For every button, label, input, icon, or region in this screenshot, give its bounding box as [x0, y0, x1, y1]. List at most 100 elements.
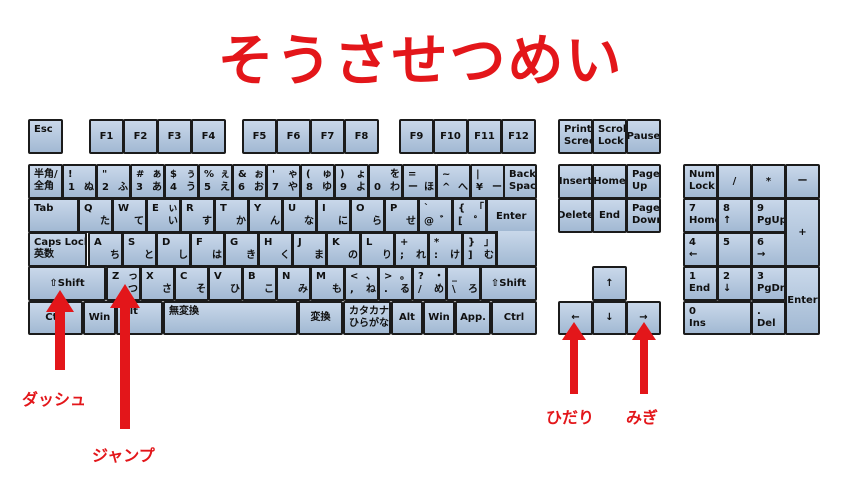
- key-ralt[interactable]: Alt: [391, 301, 423, 335]
- key-v[interactable]: Vひ: [208, 266, 243, 301]
- key-tab[interactable]: Tab: [28, 198, 79, 233]
- key-numlock[interactable]: Num Lock: [683, 164, 718, 199]
- key-end[interactable]: End: [592, 198, 627, 233]
- key-n5[interactable]: % ぇ 5 え: [198, 164, 233, 199]
- key-f10[interactable]: F10: [433, 119, 468, 154]
- key-n6[interactable]: & ぉ 6 お: [232, 164, 267, 199]
- key-j[interactable]: Jま: [292, 232, 327, 267]
- key-app[interactable]: App.: [455, 301, 491, 335]
- key-h[interactable]: Hく: [258, 232, 293, 267]
- key-m[interactable]: Mも: [310, 266, 345, 301]
- key-backspace[interactable]: Back Space: [503, 164, 537, 199]
- key-d[interactable]: Dし: [156, 232, 191, 267]
- key-home[interactable]: Home: [592, 164, 627, 199]
- key-u[interactable]: Uな: [282, 198, 317, 233]
- key-a[interactable]: Aち: [88, 232, 123, 267]
- key-n2[interactable]: " 2 ふ: [96, 164, 131, 199]
- key-kpmul[interactable]: *: [751, 164, 786, 199]
- key-q[interactable]: Qた: [78, 198, 113, 233]
- key-f12[interactable]: F12: [501, 119, 536, 154]
- key-period[interactable]: > 。. る: [378, 266, 413, 301]
- key-e[interactable]: Eぃい: [146, 198, 181, 233]
- key-esc[interactable]: Esc: [28, 119, 63, 154]
- key-kana[interactable]: カタカナ ひらがな: [343, 301, 391, 335]
- key-f5[interactable]: F5: [242, 119, 277, 154]
- key-up[interactable]: ↑: [592, 266, 627, 301]
- key-g[interactable]: Gき: [224, 232, 259, 267]
- key-i[interactable]: Iに: [316, 198, 351, 233]
- key-kp0[interactable]: 0 Ins: [683, 301, 752, 335]
- key-f6[interactable]: F6: [276, 119, 311, 154]
- key-rctrl[interactable]: Ctrl: [491, 301, 537, 335]
- key-prtsc[interactable]: Print Screen: [558, 119, 593, 154]
- key-kp1[interactable]: 1 End: [683, 266, 718, 301]
- key-c[interactable]: Cそ: [174, 266, 209, 301]
- key-f7[interactable]: F7: [310, 119, 345, 154]
- key-f1[interactable]: F1: [89, 119, 124, 154]
- key-n4[interactable]: $ ぅ 4 う: [164, 164, 199, 199]
- key-f3[interactable]: F3: [157, 119, 192, 154]
- key-rwin[interactable]: Win: [423, 301, 455, 335]
- key-f9[interactable]: F9: [399, 119, 434, 154]
- key-lbracket[interactable]: {「 [゜: [452, 198, 487, 233]
- key-enter-lower[interactable]: [496, 231, 537, 267]
- key-hankaku[interactable]: 半角/ 全角: [28, 164, 63, 199]
- key-minus[interactable]: = ーほ: [402, 164, 437, 199]
- key-pgdn[interactable]: Page Down: [626, 198, 661, 233]
- key-kp4[interactable]: 4 ←: [683, 232, 718, 267]
- key-n8[interactable]: (ゅ 8 ゆ: [300, 164, 335, 199]
- key-f11[interactable]: F11: [467, 119, 502, 154]
- key-at[interactable]: ` @ ゛: [418, 198, 453, 233]
- key-l[interactable]: Lり: [360, 232, 395, 267]
- key-kp9[interactable]: 9 PgUp: [751, 198, 786, 233]
- key-yen[interactable]: | ¥ ー: [470, 164, 505, 199]
- key-n0[interactable]: を0わ: [368, 164, 403, 199]
- key-f8[interactable]: F8: [344, 119, 379, 154]
- key-y[interactable]: Yん: [248, 198, 283, 233]
- key-kp7[interactable]: 7 Home: [683, 198, 718, 233]
- key-n9[interactable]: ) ょ 9 よ: [334, 164, 369, 199]
- key-backslash[interactable]: _ \ ろ: [446, 266, 481, 301]
- key-caret[interactable]: ~ ^ へ: [436, 164, 471, 199]
- key-s[interactable]: Sと: [122, 232, 157, 267]
- key-insert[interactable]: Insert: [558, 164, 593, 199]
- key-colon[interactable]: *: け: [428, 232, 463, 267]
- key-kp3[interactable]: 3 PgDn: [751, 266, 786, 301]
- key-k[interactable]: Kの: [326, 232, 361, 267]
- key-kpminus[interactable]: ー: [785, 164, 820, 199]
- key-rshift[interactable]: ⇧Shift: [480, 266, 537, 301]
- key-caps[interactable]: Caps Lock 英数: [28, 232, 87, 267]
- key-f2[interactable]: F2: [123, 119, 158, 154]
- key-down[interactable]: ↓: [592, 301, 627, 335]
- key-kpdiv[interactable]: /: [717, 164, 752, 199]
- key-enter[interactable]: Enter: [486, 198, 537, 233]
- key-kpenter[interactable]: Enter: [785, 266, 820, 335]
- key-p[interactable]: Pせ: [384, 198, 419, 233]
- key-w[interactable]: Wて: [112, 198, 147, 233]
- key-kpplus[interactable]: +: [785, 198, 820, 267]
- key-f[interactable]: Fは: [190, 232, 225, 267]
- key-n[interactable]: Nみ: [276, 266, 311, 301]
- key-slash[interactable]: ? ・ / め: [412, 266, 447, 301]
- key-muhenkan[interactable]: 無変換: [163, 301, 298, 335]
- key-n3[interactable]: # ぁ 3 あ: [130, 164, 165, 199]
- key-delete[interactable]: Delete: [558, 198, 593, 233]
- key-rbracket[interactable]: } 」] む: [462, 232, 497, 267]
- key-o[interactable]: Oら: [350, 198, 385, 233]
- key-kp5[interactable]: 5: [717, 232, 752, 267]
- key-r[interactable]: Rす: [180, 198, 215, 233]
- key-scrlk[interactable]: Scroll Lock: [592, 119, 627, 154]
- key-semi[interactable]: +; れ: [394, 232, 429, 267]
- key-kp6[interactable]: 6 →: [751, 232, 786, 267]
- key-kp8[interactable]: 8 ↑: [717, 198, 752, 233]
- key-kpdot[interactable]: . Del: [751, 301, 786, 335]
- key-t[interactable]: Tか: [214, 198, 249, 233]
- key-x[interactable]: Xさ: [140, 266, 175, 301]
- key-kp2[interactable]: 2 ↓: [717, 266, 752, 301]
- key-b[interactable]: Bこ: [242, 266, 277, 301]
- key-pgup[interactable]: Page Up: [626, 164, 661, 199]
- key-n1[interactable]: ! 1 ぬ: [62, 164, 97, 199]
- key-n7[interactable]: ' ゃ 7 や: [266, 164, 301, 199]
- key-f4[interactable]: F4: [191, 119, 226, 154]
- key-comma[interactable]: < 、, ね: [344, 266, 379, 301]
